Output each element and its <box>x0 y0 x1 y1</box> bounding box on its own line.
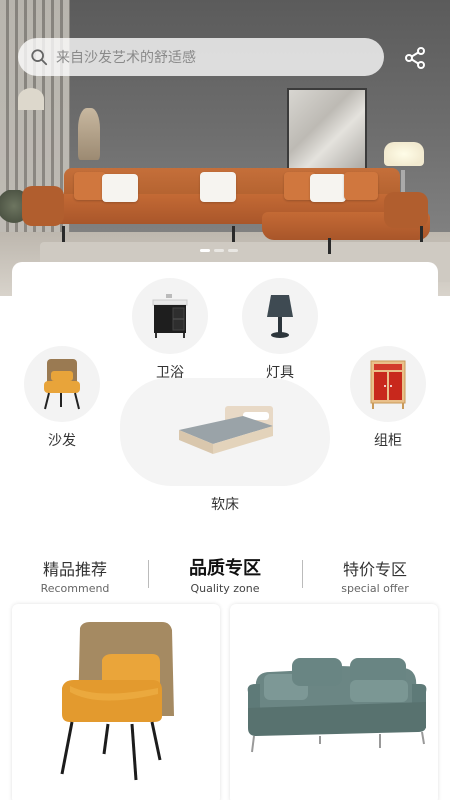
category-bed-shape <box>120 378 330 486</box>
category-label: 组柜 <box>374 433 402 449</box>
category-bathroom-circle <box>132 278 208 354</box>
category-sofa[interactable]: 沙发 <box>24 346 100 450</box>
tab-title: 特价专区 <box>342 560 407 579</box>
floor-lamp-shade <box>18 88 44 110</box>
orange-armchair-image <box>60 622 174 781</box>
search-placeholder: 来自沙发艺术的舒适感 <box>56 50 196 66</box>
search-icon <box>31 49 48 66</box>
category-label: 软床 <box>211 497 239 513</box>
tab-subtitle: special offer <box>341 582 409 595</box>
tab-recommend[interactable]: 精品推荐 Recommend <box>0 556 150 595</box>
category-cabinet-circle <box>350 346 426 422</box>
category-bathroom[interactable]: 卫浴 <box>132 278 208 382</box>
table-lamp <box>384 142 424 166</box>
search-bar[interactable]: 来自沙发艺术的舒适感 <box>18 38 384 76</box>
carousel-dot-active[interactable] <box>200 249 210 252</box>
bed-icon <box>179 406 273 454</box>
wall-painting <box>287 88 367 174</box>
category-cabinet[interactable]: 组柜 <box>350 346 426 450</box>
carousel-indicator <box>200 249 238 252</box>
product-tabs: 精品推荐 Recommend 品质专区 Quality zone 特价专区 sp… <box>0 552 450 598</box>
product-card[interactable] <box>230 604 438 800</box>
tab-title: 品质专区 <box>189 558 261 579</box>
tab-quality-zone[interactable]: 品质专区 Quality zone <box>150 554 300 595</box>
sculpture <box>78 108 100 160</box>
bathroom-cabinet-icon <box>152 294 188 338</box>
tab-subtitle: Recommend <box>40 582 110 595</box>
tab-divider <box>302 560 303 588</box>
category-label: 沙发 <box>48 433 76 449</box>
hero-sofa <box>22 164 432 254</box>
carousel-dot[interactable] <box>214 249 224 252</box>
tab-title: 精品推荐 <box>42 560 107 579</box>
tab-divider <box>148 560 149 588</box>
cabinet-icon <box>370 360 406 409</box>
table-lamp-icon <box>267 295 293 338</box>
tab-subtitle: Quality zone <box>190 582 260 595</box>
carousel-dot[interactable] <box>228 249 238 252</box>
category-sofa-circle <box>24 346 100 422</box>
category-lighting-circle <box>242 278 318 354</box>
share-icon[interactable] <box>403 46 427 70</box>
green-sofa-image <box>247 658 427 753</box>
category-bed[interactable]: 软床 <box>120 378 330 514</box>
tab-special-offer[interactable]: 特价专区 special offer <box>300 556 450 595</box>
category-lighting[interactable]: 灯具 <box>242 278 318 382</box>
hero-banner[interactable]: 来自沙发艺术的舒适感 <box>0 0 450 296</box>
armchair-icon <box>44 359 80 410</box>
product-card[interactable] <box>12 604 220 800</box>
